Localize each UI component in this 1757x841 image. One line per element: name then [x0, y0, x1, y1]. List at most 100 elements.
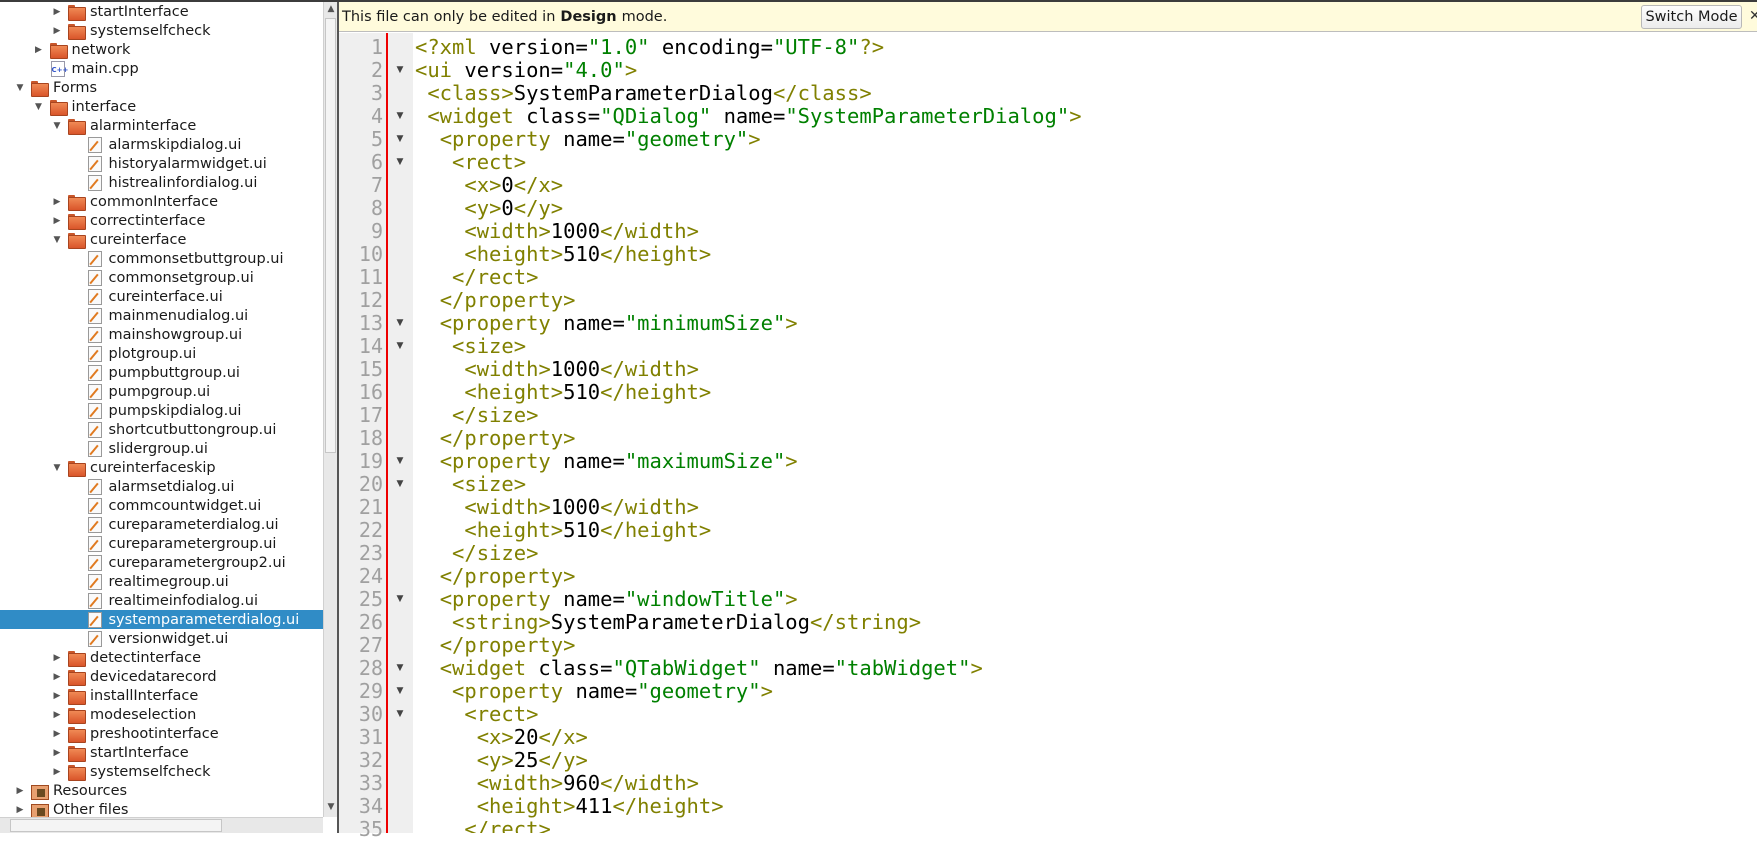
- tree-item[interactable]: ▼ cureinterface: [0, 230, 323, 249]
- tree-item[interactable]: shortcutbuttongroup.ui: [0, 420, 323, 439]
- project-tree[interactable]: ▶ startInterface ▶ systemselfcheck ▶ network C…: [0, 2, 323, 817]
- tree-item[interactable]: ▶ detectinterface: [0, 648, 323, 667]
- expand-arrow-right-icon[interactable]: ▶: [14, 805, 26, 815]
- tree-item[interactable]: realtimegroup.ui: [0, 572, 323, 591]
- code-line[interactable]: </property>: [413, 289, 576, 312]
- code-line[interactable]: </size>: [413, 542, 538, 565]
- fold-arrow-icon[interactable]: ▼: [394, 151, 406, 174]
- code-line[interactable]: <height>411</height>: [413, 795, 724, 818]
- expand-arrow-right-icon[interactable]: ▶: [51, 7, 63, 17]
- tree-item[interactable]: pumpbuttgroup.ui: [0, 363, 323, 382]
- code-line[interactable]: <width>1000</width>: [413, 496, 699, 519]
- code-line[interactable]: <width>960</width>: [413, 772, 699, 795]
- code-line[interactable]: <size>: [413, 335, 526, 358]
- expand-arrow-right-icon[interactable]: ▶: [51, 653, 63, 663]
- code-line[interactable]: </rect>: [413, 818, 550, 834]
- code-line[interactable]: <x>0</x>: [413, 174, 563, 197]
- code-line[interactable]: <rect>: [413, 703, 538, 726]
- tree-item[interactable]: slidergroup.ui: [0, 439, 323, 458]
- code-line[interactable]: <widget class="QTabWidget" name="tabWidg…: [413, 657, 983, 680]
- expand-arrow-right-icon[interactable]: ▶: [51, 729, 63, 739]
- code-line[interactable]: <width>1000</width>: [413, 220, 699, 243]
- code-line[interactable]: <property name="geometry">: [413, 128, 761, 151]
- tree-item[interactable]: ▶ systemselfcheck: [0, 21, 323, 40]
- tree-vertical-scroll-thumb[interactable]: [325, 18, 336, 453]
- code-line[interactable]: <property name="minimumSize">: [413, 312, 798, 335]
- scroll-down-icon[interactable]: ▼: [324, 802, 338, 812]
- fold-arrow-icon[interactable]: ▼: [394, 105, 406, 128]
- tree-item[interactable]: histrealinfordialog.ui: [0, 173, 323, 192]
- code-line[interactable]: <height>510</height>: [413, 243, 711, 266]
- tree-item[interactable]: alarmsetdialog.ui: [0, 477, 323, 496]
- tree-item[interactable]: ▶ preshootinterface: [0, 724, 323, 743]
- code-line[interactable]: <ui version="4.0">: [413, 59, 637, 82]
- tree-vertical-scrollbar[interactable]: ▲ ▼: [323, 2, 337, 817]
- fold-arrow-icon[interactable]: ▼: [394, 59, 406, 82]
- tree-item[interactable]: cureinterface.ui: [0, 287, 323, 306]
- fold-arrow-icon[interactable]: ▼: [394, 312, 406, 335]
- tree-item[interactable]: commcountwidget.ui: [0, 496, 323, 515]
- tree-item[interactable]: ▶ devicedatarecord: [0, 667, 323, 686]
- expand-arrow-down-icon[interactable]: ▼: [51, 121, 63, 131]
- tree-item[interactable]: pumpgroup.ui: [0, 382, 323, 401]
- fold-arrow-icon[interactable]: ▼: [394, 450, 406, 473]
- expand-arrow-right-icon[interactable]: ▶: [51, 216, 63, 226]
- tree-item[interactable]: cureparametergroup.ui: [0, 534, 323, 553]
- tree-item[interactable]: ▶ network: [0, 40, 323, 59]
- tree-item[interactable]: ▼ alarminterface: [0, 116, 323, 135]
- code-line[interactable]: <widget class="QDialog" name="SystemPara…: [413, 105, 1081, 128]
- expand-arrow-right-icon[interactable]: ▶: [51, 197, 63, 207]
- tree-item[interactable]: ▶ correctinterface: [0, 211, 323, 230]
- tree-horizontal-scrollbar[interactable]: [0, 817, 323, 833]
- tree-horizontal-scroll-thumb[interactable]: [10, 819, 222, 832]
- code-editor[interactable]: <?xml version="1.0" encoding="UTF-8"?> <u…: [413, 33, 1757, 834]
- tree-item[interactable]: historyalarmwidget.ui: [0, 154, 323, 173]
- expand-arrow-right-icon[interactable]: ▶: [51, 691, 63, 701]
- expand-arrow-right-icon[interactable]: ▶: [14, 786, 26, 796]
- tree-item[interactable]: ▶ startInterface: [0, 743, 323, 762]
- code-line[interactable]: <property name="geometry">: [413, 680, 773, 703]
- expand-arrow-right-icon[interactable]: ▶: [51, 767, 63, 777]
- tree-item[interactable]: commonsetgroup.ui: [0, 268, 323, 287]
- code-line[interactable]: <height>510</height>: [413, 519, 711, 542]
- tree-item[interactable]: ▶ commonInterface: [0, 192, 323, 211]
- tree-item[interactable]: plotgroup.ui: [0, 344, 323, 363]
- tree-item[interactable]: ▶ Resources: [0, 781, 323, 800]
- code-line[interactable]: </size>: [413, 404, 538, 427]
- fold-arrow-icon[interactable]: ▼: [394, 680, 406, 703]
- expand-arrow-down-icon[interactable]: ▼: [14, 83, 26, 93]
- code-line[interactable]: <rect>: [413, 151, 526, 174]
- fold-arrow-icon[interactable]: ▼: [394, 657, 406, 680]
- tree-item[interactable]: ▶ Other files: [0, 800, 323, 817]
- code-line[interactable]: </property>: [413, 634, 576, 657]
- expand-arrow-right-icon[interactable]: ▶: [51, 26, 63, 36]
- scroll-up-icon[interactable]: ▲: [324, 4, 338, 14]
- tree-item[interactable]: cureparametergroup2.ui: [0, 553, 323, 572]
- close-icon[interactable]: ✕: [1749, 8, 1757, 24]
- switch-mode-button[interactable]: Switch Mode: [1641, 5, 1742, 29]
- code-line[interactable]: <string>SystemParameterDialog</string>: [413, 611, 921, 634]
- tree-item[interactable]: systemparameterdialog.ui: [0, 610, 323, 629]
- tree-item[interactable]: versionwidget.ui: [0, 629, 323, 648]
- fold-arrow-icon[interactable]: ▼: [394, 128, 406, 151]
- tree-item[interactable]: ▼ Forms: [0, 78, 323, 97]
- fold-arrow-icon[interactable]: ▼: [394, 335, 406, 358]
- code-line[interactable]: </property>: [413, 565, 576, 588]
- tree-item[interactable]: ▶ installInterface: [0, 686, 323, 705]
- tree-item[interactable]: ▶ systemselfcheck: [0, 762, 323, 781]
- code-line[interactable]: <size>: [413, 473, 526, 496]
- code-line[interactable]: <class>SystemParameterDialog</class>: [413, 82, 871, 105]
- tree-item[interactable]: alarmskipdialog.ui: [0, 135, 323, 154]
- code-line[interactable]: <property name="maximumSize">: [413, 450, 798, 473]
- tree-item[interactable]: pumpskipdialog.ui: [0, 401, 323, 420]
- tree-item[interactable]: ▶ modeselection: [0, 705, 323, 724]
- code-line[interactable]: <property name="windowTitle">: [413, 588, 798, 611]
- tree-item[interactable]: commonsetbuttgroup.ui: [0, 249, 323, 268]
- expand-arrow-right-icon[interactable]: ▶: [51, 748, 63, 758]
- tree-item[interactable]: mainshowgroup.ui: [0, 325, 323, 344]
- code-line[interactable]: <height>510</height>: [413, 381, 711, 404]
- fold-arrow-icon[interactable]: ▼: [394, 473, 406, 496]
- tree-item[interactable]: cureparameterdialog.ui: [0, 515, 323, 534]
- code-line[interactable]: <x>20</x>: [413, 726, 588, 749]
- fold-arrow-icon[interactable]: ▼: [394, 588, 406, 611]
